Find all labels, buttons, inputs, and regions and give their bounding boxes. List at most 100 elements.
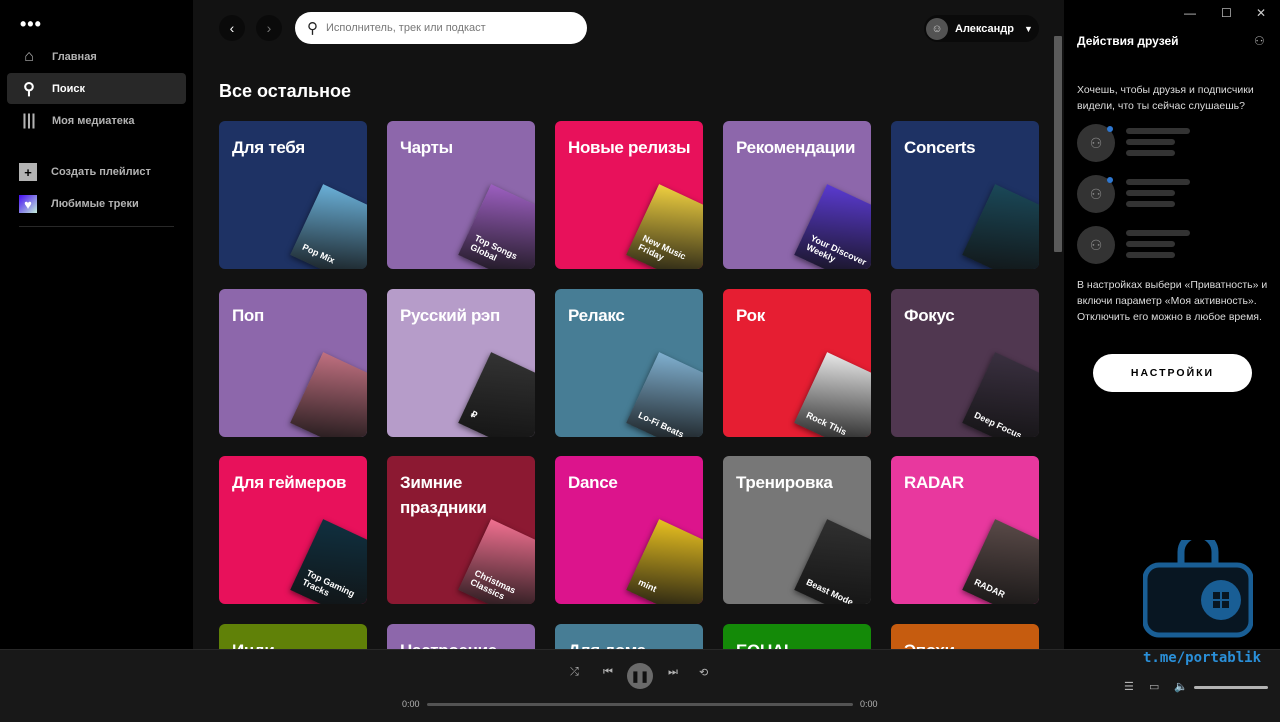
settings-button[interactable]: НАСТРОЙКИ xyxy=(1093,354,1252,392)
category-cover-art: Deep Focus xyxy=(962,352,1039,437)
sidebar-item-home[interactable]: ⌂ Главная xyxy=(7,41,186,72)
sidebar-item-label: Моя медиатека xyxy=(52,114,135,127)
search-input[interactable] xyxy=(326,22,566,34)
maximize-icon[interactable]: ☐ xyxy=(1221,6,1232,20)
search-icon: ⚲ xyxy=(307,20,318,37)
elapsed-time: 0:00 xyxy=(402,699,420,709)
cover-text: Pop Mix xyxy=(300,241,337,266)
add-friend-icon[interactable]: ⚇ xyxy=(1254,34,1265,48)
liked-songs-label: Любимые треки xyxy=(51,198,139,210)
back-button[interactable]: ‹ xyxy=(219,15,245,41)
category-card[interactable]: Поп xyxy=(219,289,367,437)
cover-text: Top Songs Global xyxy=(468,232,519,263)
divider xyxy=(19,226,174,227)
category-card[interactable]: Рок Rock This xyxy=(723,289,871,437)
category-card[interactable]: Зимние праздники Christmas Classics xyxy=(387,456,535,604)
next-icon[interactable]: ⏭ xyxy=(668,666,678,679)
scrollbar[interactable] xyxy=(1054,36,1062,252)
category-cover-art: ₽ xyxy=(458,352,535,437)
friend-placeholder: ⚇ xyxy=(1077,226,1267,266)
category-cover-art: Lo-Fi Beats xyxy=(626,352,703,437)
category-cover-art xyxy=(962,184,1039,269)
liked-songs-button[interactable]: ♥ Любимые треки xyxy=(19,195,139,213)
category-title: Зимние праздники xyxy=(400,473,487,517)
category-title: Для геймеров xyxy=(232,473,347,492)
user-icon: ⚇ xyxy=(1077,226,1115,264)
user-menu-button[interactable]: ☺ Александр ▼ xyxy=(924,15,1039,42)
category-title: Чарты xyxy=(400,138,453,157)
more-dots-icon[interactable]: ••• xyxy=(20,14,42,35)
category-card[interactable]: Concerts xyxy=(891,121,1039,269)
cover-text: Top Gaming Tracks xyxy=(300,567,357,599)
category-title: Новые релизы xyxy=(568,138,691,157)
duration-time: 0:00 xyxy=(860,699,878,709)
library-icon: ||| xyxy=(22,111,36,129)
category-cover-art: Beast Mode xyxy=(794,519,871,604)
category-cover-art: Rock This xyxy=(794,352,871,437)
sidebar: ••• ⌂ Главная ⚲ Поиск ||| Моя медиатека + Со… xyxy=(0,0,193,649)
category-card[interactable]: Для тебя Pop Mix xyxy=(219,121,367,269)
forward-button[interactable]: › xyxy=(256,15,282,41)
cover-text: New Music Friday xyxy=(636,232,688,263)
category-title: RADAR xyxy=(904,473,964,492)
create-playlist-button[interactable]: + Создать плейлист xyxy=(19,163,151,181)
category-card[interactable]: Для геймеров Top Gaming Tracks xyxy=(219,456,367,604)
section-title: Все остальное xyxy=(219,81,351,101)
sidebar-item-label: Поиск xyxy=(52,82,86,95)
cover-text: Your Discover Weekly xyxy=(804,232,868,268)
friend-placeholder: ⚇ xyxy=(1077,175,1267,215)
category-title: Поп xyxy=(232,306,264,325)
category-cover-art xyxy=(290,352,367,437)
category-title: Фокус xyxy=(904,306,955,325)
category-card[interactable]: Тренировка Beast Mode xyxy=(723,456,871,604)
category-title: Тренировка xyxy=(736,473,833,492)
category-title: Русский рэп xyxy=(400,306,500,325)
volume-icon[interactable]: 🔈 xyxy=(1174,680,1188,693)
category-card[interactable]: Русский рэп ₽ xyxy=(387,289,535,437)
category-card[interactable]: Релакс Lo-Fi Beats xyxy=(555,289,703,437)
category-cover-art: Christmas Classics xyxy=(458,519,535,604)
search-icon: ⚲ xyxy=(23,80,35,98)
category-title: Рекомендации xyxy=(736,138,856,157)
panel-title: Действия друзей xyxy=(1077,34,1179,48)
volume-slider[interactable] xyxy=(1194,686,1268,689)
minimize-icon[interactable]: — xyxy=(1184,6,1196,20)
category-title: Рок xyxy=(736,306,765,325)
cover-text: Lo-Fi Beats xyxy=(636,409,686,437)
category-cover-art: Top Songs Global xyxy=(458,184,535,269)
previous-icon[interactable]: ⏮ xyxy=(603,666,613,679)
category-card[interactable]: Новые релизы New Music Friday xyxy=(555,121,703,269)
cover-text: Rock This xyxy=(804,409,849,437)
repeat-icon[interactable]: ⟲ xyxy=(699,666,708,679)
category-cover-art: Top Gaming Tracks xyxy=(290,519,367,604)
queue-icon[interactable]: ☰ xyxy=(1124,680,1134,693)
sidebar-item-search[interactable]: ⚲ Поиск xyxy=(7,73,186,104)
category-cover-art: Pop Mix xyxy=(290,184,367,269)
category-title: Для тебя xyxy=(232,138,305,157)
cover-text: Christmas Classics xyxy=(468,567,518,602)
devices-icon[interactable]: ▭ xyxy=(1149,680,1159,693)
cover-text: Beast Mode xyxy=(804,576,855,604)
category-card[interactable]: Чарты Top Songs Global xyxy=(387,121,535,269)
caret-down-icon: ▼ xyxy=(1023,23,1033,34)
cover-text: ₽ xyxy=(469,409,479,421)
avatar-icon: ☺ xyxy=(926,17,948,40)
progress-bar[interactable] xyxy=(427,703,853,706)
category-card[interactable]: Фокус Deep Focus xyxy=(891,289,1039,437)
close-icon[interactable]: ✕ xyxy=(1256,6,1266,20)
category-cover-art: New Music Friday xyxy=(626,184,703,269)
main-content: ‹ › ⚲ ☺ Александр ▼ Все остальное Для те… xyxy=(193,0,1064,704)
category-card[interactable]: Рекомендации Your Discover Weekly xyxy=(723,121,871,269)
shuffle-icon[interactable]: ⤮ xyxy=(570,666,579,679)
pause-button[interactable]: ❚❚ xyxy=(627,663,653,689)
cover-text: Deep Focus xyxy=(972,409,1024,437)
friends-question: Хочешь, чтобы друзья и подписчики видели… xyxy=(1077,84,1254,112)
category-card[interactable]: RADAR RADAR xyxy=(891,456,1039,604)
category-card[interactable]: Dance mint xyxy=(555,456,703,604)
category-cover-art: RADAR xyxy=(962,519,1039,604)
sidebar-item-library[interactable]: ||| Моя медиатека xyxy=(7,105,186,136)
category-title: Dance xyxy=(568,473,618,492)
plus-icon: + xyxy=(19,163,37,181)
user-name: Александр xyxy=(955,22,1014,35)
friend-placeholder: ⚇ xyxy=(1077,124,1267,164)
